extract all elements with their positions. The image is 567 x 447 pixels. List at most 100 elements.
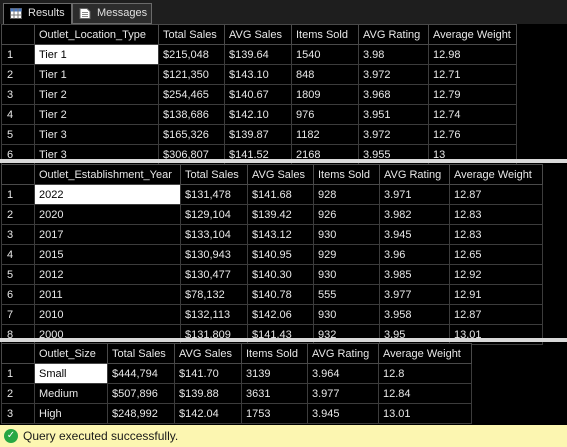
column-header[interactable]: Total Sales xyxy=(107,343,175,364)
column-header[interactable]: AVG Rating xyxy=(379,164,450,185)
table-cell[interactable]: $140.78 xyxy=(247,284,314,305)
table-cell[interactable]: 12.74 xyxy=(428,104,517,125)
column-header[interactable]: Outlet_Size xyxy=(34,343,108,364)
column-header[interactable]: Items Sold xyxy=(313,164,380,185)
table-cell[interactable]: 3.958 xyxy=(379,304,450,325)
row-number[interactable]: 7 xyxy=(1,304,35,325)
grid-splitter[interactable] xyxy=(0,159,567,163)
table-cell[interactable]: $142.04 xyxy=(174,403,242,424)
table-cell[interactable]: $140.30 xyxy=(247,264,314,285)
table-cell[interactable]: 1753 xyxy=(241,403,308,424)
row-number[interactable]: 1 xyxy=(1,184,35,205)
table-cell[interactable]: $78,132 xyxy=(180,284,248,305)
table-cell[interactable]: $507,896 xyxy=(107,383,175,404)
header-corner[interactable] xyxy=(1,164,35,185)
column-header[interactable]: Items Sold xyxy=(291,24,359,45)
row-number[interactable]: 1 xyxy=(1,44,35,65)
result-grid-establishment-year[interactable]: Outlet_Establishment_Year Total Sales AVG … xyxy=(1,164,543,345)
table-cell[interactable]: $132,113 xyxy=(180,304,248,325)
table-cell[interactable]: Tier 3 xyxy=(34,124,159,145)
table-cell[interactable]: 926 xyxy=(313,204,380,225)
row-number[interactable]: 1 xyxy=(1,363,35,384)
table-cell[interactable]: 3.945 xyxy=(379,224,450,245)
table-cell[interactable]: 2015 xyxy=(34,244,181,265)
header-corner[interactable] xyxy=(1,343,35,364)
table-cell[interactable]: 12.79 xyxy=(428,84,517,105)
table-cell[interactable]: $139.88 xyxy=(174,383,242,404)
table-cell[interactable]: $143.12 xyxy=(247,224,314,245)
column-header[interactable]: AVG Rating xyxy=(307,343,379,364)
table-cell[interactable]: 3.951 xyxy=(358,104,429,125)
table-cell[interactable]: 13.01 xyxy=(378,403,472,424)
table-cell[interactable]: $142.10 xyxy=(224,104,292,125)
table-cell[interactable]: 1182 xyxy=(291,124,359,145)
table-cell[interactable]: $140.67 xyxy=(224,84,292,105)
column-header[interactable]: Average Weight xyxy=(428,24,517,45)
table-cell[interactable]: 3.972 xyxy=(358,124,429,145)
table-cell[interactable]: 930 xyxy=(313,304,380,325)
result-grid-location-type[interactable]: Outlet_Location_Type Total Sales AVG Sales… xyxy=(1,24,517,165)
table-cell[interactable]: Tier 2 xyxy=(34,104,159,125)
table-cell[interactable]: 12.76 xyxy=(428,124,517,145)
table-cell[interactable]: 12.84 xyxy=(378,383,472,404)
table-cell[interactable]: $254,465 xyxy=(158,84,225,105)
tab-messages[interactable]: Messages xyxy=(72,3,152,24)
table-cell[interactable]: 930 xyxy=(313,224,380,245)
column-header[interactable]: AVG Sales xyxy=(174,343,242,364)
table-cell[interactable]: $248,992 xyxy=(107,403,175,424)
table-cell[interactable]: $142.06 xyxy=(247,304,314,325)
table-cell[interactable]: 2022 xyxy=(34,184,181,205)
table-cell[interactable]: $139.42 xyxy=(247,204,314,225)
table-cell[interactable]: Tier 2 xyxy=(34,84,159,105)
table-cell[interactable]: 3.977 xyxy=(307,383,379,404)
table-cell[interactable]: 3.945 xyxy=(307,403,379,424)
row-number[interactable]: 2 xyxy=(1,64,35,85)
table-cell[interactable]: Small xyxy=(34,363,108,384)
table-cell[interactable]: 928 xyxy=(313,184,380,205)
table-cell[interactable]: Tier 1 xyxy=(34,64,159,85)
table-cell[interactable]: $141.70 xyxy=(174,363,242,384)
column-header[interactable]: Total Sales xyxy=(158,24,225,45)
table-cell[interactable]: High xyxy=(34,403,108,424)
table-cell[interactable]: 3.98 xyxy=(358,44,429,65)
table-cell[interactable]: 3.985 xyxy=(379,264,450,285)
table-cell[interactable]: $129,104 xyxy=(180,204,248,225)
row-number[interactable]: 3 xyxy=(1,403,35,424)
table-cell[interactable]: 1809 xyxy=(291,84,359,105)
table-cell[interactable]: 848 xyxy=(291,64,359,85)
table-cell[interactable]: $139.87 xyxy=(224,124,292,145)
table-cell[interactable]: 12.8 xyxy=(378,363,472,384)
column-header[interactable]: Outlet_Establishment_Year xyxy=(34,164,181,185)
table-cell[interactable]: 3.982 xyxy=(379,204,450,225)
table-cell[interactable]: 976 xyxy=(291,104,359,125)
table-cell[interactable]: $143.10 xyxy=(224,64,292,85)
column-header[interactable]: Average Weight xyxy=(378,343,472,364)
table-cell[interactable]: 3631 xyxy=(241,383,308,404)
table-cell[interactable]: 930 xyxy=(313,264,380,285)
table-cell[interactable]: 929 xyxy=(313,244,380,265)
table-cell[interactable]: 12.71 xyxy=(428,64,517,85)
table-cell[interactable]: $130,477 xyxy=(180,264,248,285)
table-cell[interactable]: 2012 xyxy=(34,264,181,285)
table-cell[interactable]: $138,686 xyxy=(158,104,225,125)
table-cell[interactable]: $140.95 xyxy=(247,244,314,265)
column-header[interactable]: AVG Sales xyxy=(247,164,314,185)
row-number[interactable]: 2 xyxy=(1,383,35,404)
table-cell[interactable]: 12.91 xyxy=(449,284,543,305)
row-number[interactable]: 5 xyxy=(1,264,35,285)
table-cell[interactable]: Tier 1 xyxy=(34,44,159,65)
table-cell[interactable]: 3.96 xyxy=(379,244,450,265)
header-corner[interactable] xyxy=(1,24,35,45)
row-number[interactable]: 5 xyxy=(1,124,35,145)
table-cell[interactable]: $139.64 xyxy=(224,44,292,65)
column-header[interactable]: Average Weight xyxy=(449,164,543,185)
result-grid-outlet-size[interactable]: Outlet_Size Total Sales AVG Sales Items Sol… xyxy=(1,343,472,424)
table-cell[interactable]: 2010 xyxy=(34,304,181,325)
table-cell[interactable]: $141.68 xyxy=(247,184,314,205)
row-number[interactable]: 4 xyxy=(1,104,35,125)
table-cell[interactable]: Medium xyxy=(34,383,108,404)
row-number[interactable]: 2 xyxy=(1,204,35,225)
column-header[interactable]: AVG Rating xyxy=(358,24,429,45)
table-cell[interactable]: 2020 xyxy=(34,204,181,225)
table-cell[interactable]: 12.87 xyxy=(449,304,543,325)
